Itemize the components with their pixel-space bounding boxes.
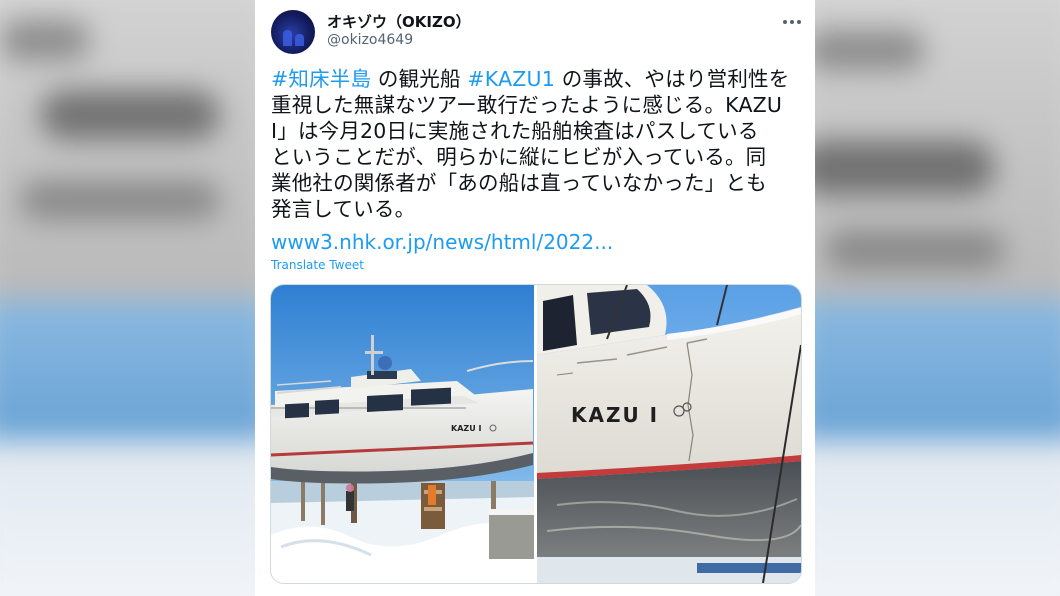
blurred-background-left (0, 0, 255, 596)
hull-label-text: KAZU Ⅰ (451, 424, 481, 433)
tweet-text-line: Ⅰ」は今月20日に実施された船舶検査はパスしている (271, 118, 801, 144)
tweet-text-segment: 発言している。 (271, 197, 416, 221)
tweet-link[interactable]: www3.nhk.or.jp/news/html/2022... (271, 230, 613, 254)
hashtag-link[interactable]: #KAZU1 (467, 67, 555, 91)
tweet-text-segment: Ⅰ」は今月20日に実施された船舶検査はパスしている (271, 119, 759, 143)
more-horizontal-icon[interactable] (783, 13, 803, 29)
tweet-card: オキゾウ（OKIZO） @okizo4649 #知床半島 の観光船 #KAZU1… (255, 0, 815, 596)
translate-tweet-button[interactable]: Translate Tweet (271, 258, 364, 272)
photo-grid: KAZU Ⅰ KAZU Ⅰ (270, 284, 802, 584)
tweet-text-line: 発言している。 (271, 196, 801, 222)
photo-boat-full[interactable]: KAZU Ⅰ (271, 285, 534, 583)
tweet-text-line: #知床半島 の観光船 #KAZU1 の事故、やはり営利性を (271, 66, 801, 92)
tweet-text-segment: の事故、やはり営利性を (555, 67, 790, 91)
tweet-text-line: 業他社の関係者が「あの船は直っていなかった」とも (271, 170, 801, 196)
tweet-text-segment: ということだが、明らかに縦にヒビが入っている。同 (271, 145, 767, 169)
photo-hull-closeup[interactable]: KAZU Ⅰ (537, 285, 801, 583)
tweet-text-segment: 重視した無謀なツアー敢行だったように感じる。KAZU (271, 93, 783, 117)
tweet-text-segment: 業他社の関係者が「あの船は直っていなかった」とも (271, 171, 767, 195)
hull-closeup-label-text: KAZU Ⅰ (571, 403, 659, 427)
hashtag-link[interactable]: #知床半島 (271, 67, 371, 91)
author-handle[interactable]: @okizo4649 (327, 32, 413, 48)
tweet-text-segment: の観光船 (371, 67, 468, 91)
tweet-text-line: 重視した無謀なツアー敢行だったように感じる。KAZU (271, 92, 801, 118)
avatar[interactable] (271, 10, 315, 54)
blurred-background-right (815, 0, 1060, 596)
author-name[interactable]: オキゾウ（OKIZO） (327, 11, 471, 32)
tweet-text: #知床半島 の観光船 #KAZU1 の事故、やはり営利性を 重視した無謀なツアー敢… (271, 66, 801, 222)
tweet-text-line: ということだが、明らかに縦にヒビが入っている。同 (271, 144, 801, 170)
